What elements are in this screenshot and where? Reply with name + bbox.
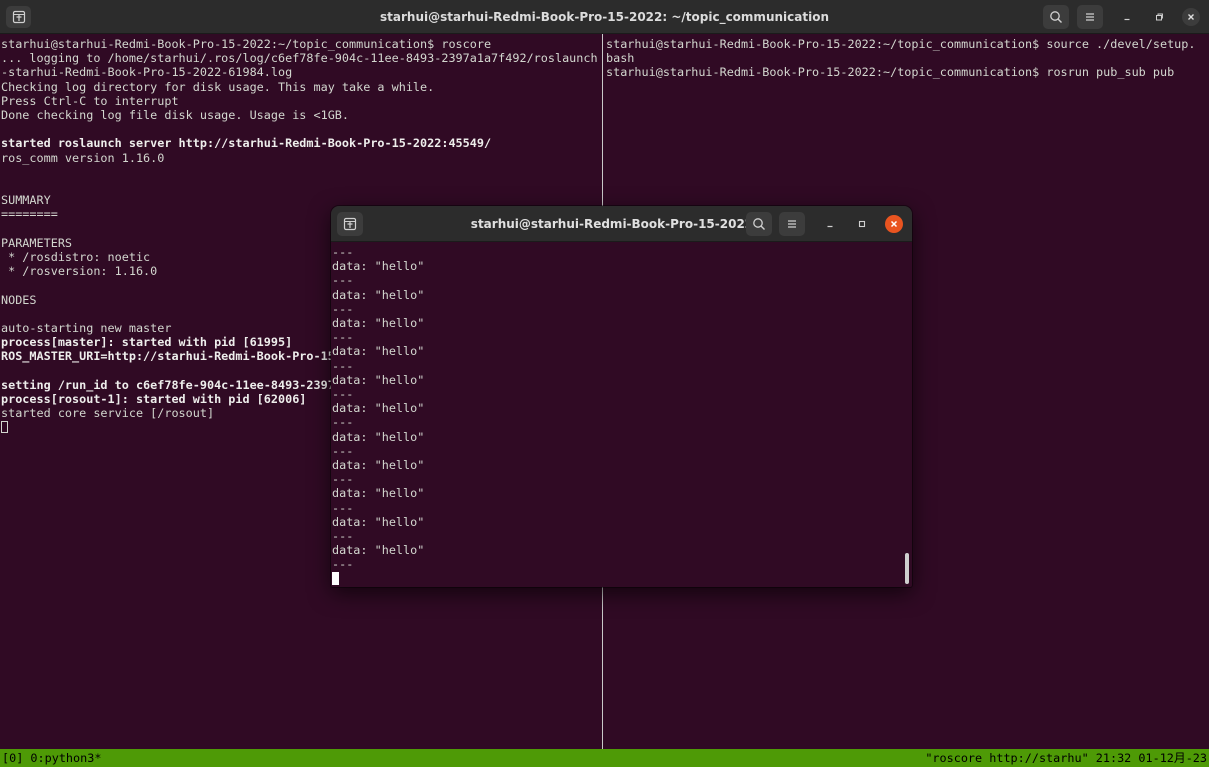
status-info: "roscore http://starhu" 21:32 01-12月-23	[925, 751, 1207, 765]
floating-scrollbar[interactable]	[905, 553, 909, 584]
maximize-button[interactable]	[1150, 8, 1168, 26]
maximize-icon	[858, 220, 866, 228]
floating-terminal-window[interactable]: starhui@starhui-Redmi-Book-Pro-15-2022: …	[331, 206, 912, 587]
float-close-button[interactable]	[885, 215, 903, 233]
terminal-line: started roslaunch server http://starhui-…	[1, 136, 492, 151]
separator-line: ---	[332, 358, 354, 373]
minimize-button[interactable]	[1118, 8, 1136, 26]
minimize-icon	[1124, 18, 1130, 21]
separator-line: ---	[332, 443, 354, 458]
hamburger-menu-icon	[788, 220, 796, 228]
terminal-line: bash	[606, 51, 635, 66]
separator-line: ---	[332, 273, 354, 288]
terminal-line: starhui@starhui-Redmi-Book-Pro-15-2022:~…	[606, 37, 1196, 51]
close-icon	[890, 220, 898, 228]
floating-titlebar[interactable]: starhui@starhui-Redmi-Book-Pro-15-2022: …	[331, 206, 912, 242]
new-tab-icon	[343, 217, 357, 231]
message-data-line: data: "hello"	[332, 372, 425, 387]
main-titlebar[interactable]: starhui@starhui-Redmi-Book-Pro-15-2022: …	[0, 0, 1209, 34]
menu-button[interactable]	[1077, 5, 1103, 29]
terminal-line: Checking log directory for disk usage. T…	[1, 79, 435, 94]
search-icon	[1050, 11, 1062, 23]
minimize-icon	[827, 225, 833, 228]
terminal-line: -starhui-Redmi-Book-Pro-15-2022-61984.lo…	[1, 65, 293, 80]
separator-line: ---	[332, 330, 354, 345]
terminal-line: starhui@starhui-Redmi-Book-Pro-15-2022:~…	[606, 65, 1175, 80]
float-new-tab-button[interactable]	[337, 212, 363, 236]
hamburger-menu-icon	[1086, 13, 1094, 21]
message-data-line: data: "hello"	[332, 401, 425, 416]
maximize-icon	[1156, 13, 1163, 21]
new-tab-button[interactable]	[6, 6, 31, 28]
separator-line: ---	[332, 301, 354, 316]
new-tab-icon	[12, 10, 25, 24]
message-data-line: data: "hello"	[332, 316, 425, 331]
message-data-line: data: "hello"	[332, 287, 425, 302]
float-minimize-button[interactable]	[821, 215, 839, 233]
message-data-line: data: "hello"	[332, 259, 425, 274]
message-data-line: data: "hello"	[332, 429, 425, 444]
close-icon	[1188, 14, 1194, 20]
floating-terminal-output[interactable]: --- data: "hello" --- data: "hello" --- data:…	[332, 245, 898, 585]
float-search-button[interactable]	[746, 212, 772, 236]
separator-line: ---	[332, 529, 354, 544]
search-button[interactable]	[1043, 5, 1069, 29]
terminal-line: Press Ctrl-C to interrupt	[1, 93, 179, 108]
message-data-line: data: "hello"	[332, 486, 425, 501]
status-window-list[interactable]: [0] 0:python3*	[2, 749, 101, 767]
separator-line: ---	[332, 245, 354, 259]
float-menu-button[interactable]	[779, 212, 805, 236]
terminal-line: ... logging to /home/starhui/.ros/log/c6…	[1, 51, 598, 66]
terminal-line: ros_comm version 1.16.0	[1, 150, 165, 165]
terminal-line: Done checking log file disk usage. Usage…	[1, 108, 350, 123]
tmux-status-bar: [0] 0:python3* "roscore http://starhu" 2…	[0, 749, 1209, 767]
float-maximize-button[interactable]	[853, 215, 871, 233]
separator-line: ---	[332, 415, 354, 430]
message-data-line: data: "hello"	[332, 543, 425, 558]
window-title: starhui@starhui-Redmi-Book-Pro-15-2022: …	[380, 10, 829, 24]
message-data-line: data: "hello"	[332, 458, 425, 473]
separator-line: ---	[332, 500, 354, 515]
separator-line: ---	[332, 557, 354, 572]
terminal-cursor	[332, 571, 898, 585]
separator-line: ---	[332, 472, 354, 487]
separator-line: ---	[332, 387, 354, 402]
message-data-line: data: "hello"	[332, 344, 425, 359]
terminal-line: starhui@starhui-Redmi-Book-Pro-15-2022:~…	[1, 37, 492, 51]
search-icon	[753, 218, 765, 230]
message-data-line: data: "hello"	[332, 514, 425, 529]
close-button[interactable]	[1182, 8, 1200, 26]
